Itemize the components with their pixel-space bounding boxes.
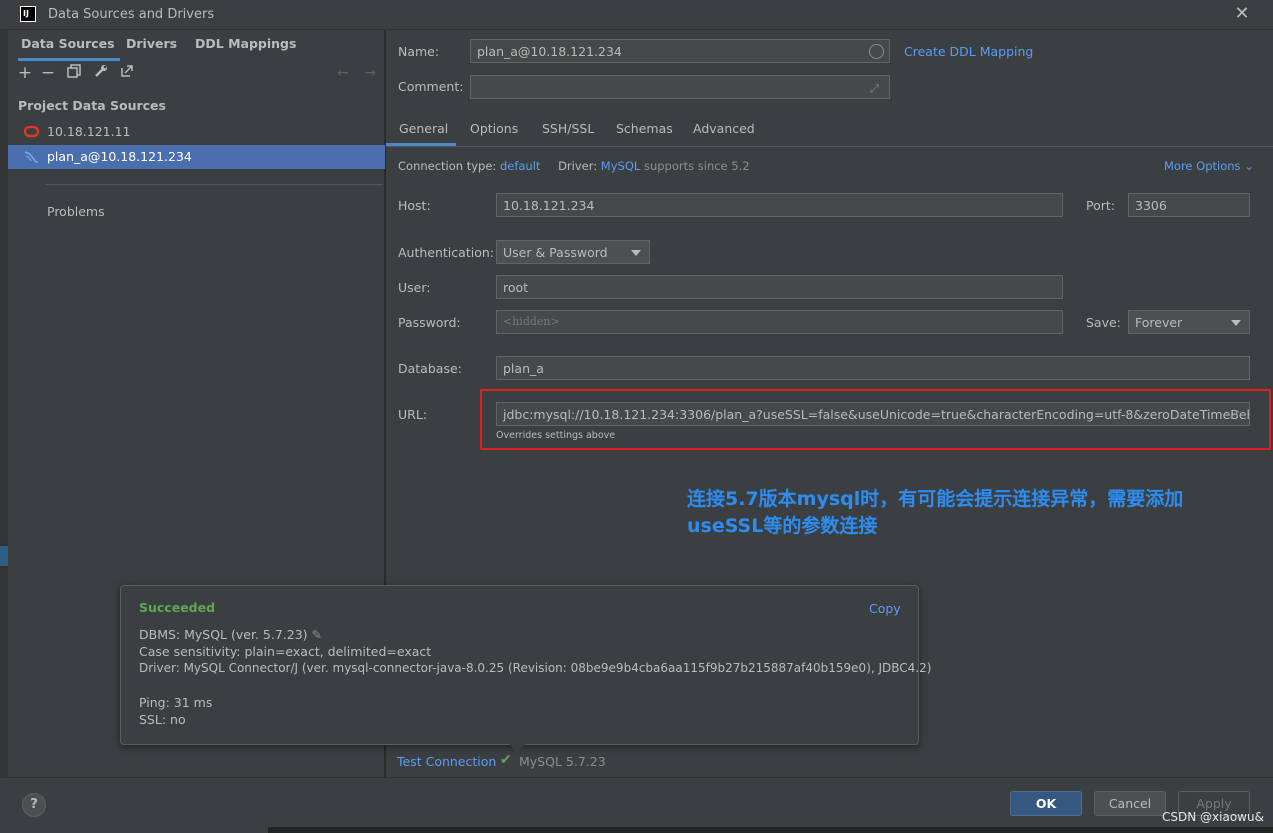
background-window-strip	[0, 30, 8, 833]
title-bar: IJ Data Sources and Drivers ✕	[0, 0, 1273, 30]
data-source-label: plan_a@10.18.121.234	[47, 149, 192, 164]
authentication-dropdown[interactable]: User & Password	[496, 240, 650, 264]
comment-field[interactable]	[470, 75, 890, 99]
password-field[interactable]: <hidden>	[496, 310, 1063, 334]
database-label: Database:	[398, 361, 462, 376]
comment-label: Comment:	[398, 79, 464, 94]
copy-link[interactable]: Copy	[869, 601, 901, 616]
more-options-link[interactable]: More Options ⌄	[1164, 159, 1254, 173]
annotation-line: 连接5.7版本mysql时，有可能会提示连接异常，需要添加	[687, 488, 1184, 510]
save-label: Save:	[1086, 315, 1121, 330]
watermark: CSDN @xiaowu&	[1162, 810, 1264, 824]
add-icon[interactable]: +	[16, 64, 34, 82]
data-source-item-selected[interactable]: plan_a@10.18.121.234	[8, 145, 385, 169]
data-source-label: 10.18.121.11	[47, 124, 131, 139]
url-highlight-box	[480, 389, 1271, 450]
host-label: Host:	[398, 198, 431, 213]
tab-ssh-ssl[interactable]: SSH/SSL	[542, 121, 594, 136]
database-field[interactable]: plan_a	[496, 356, 1250, 380]
driver-line: Driver: MySQL Connector/J (ver. mysql-co…	[139, 661, 932, 675]
tab-drivers[interactable]: Drivers	[126, 36, 177, 56]
color-circle-icon[interactable]	[869, 44, 884, 59]
oracle-icon	[23, 125, 40, 138]
host-field[interactable]: 10.18.121.234	[496, 193, 1063, 217]
bottom-strip	[268, 827, 1273, 833]
close-icon[interactable]: ✕	[1232, 2, 1252, 26]
problems-item[interactable]: Problems	[47, 204, 105, 219]
name-label: Name:	[398, 44, 440, 59]
user-label: User:	[398, 280, 431, 295]
case-sensitivity-line: Case sensitivity: plain=exact, delimited…	[139, 644, 432, 659]
background-marker	[0, 546, 8, 566]
divider	[46, 184, 383, 185]
ping-line: Ping: 31 ms	[139, 695, 213, 710]
port-label: Port:	[1086, 198, 1115, 213]
port-field[interactable]: 3306	[1128, 193, 1250, 217]
ok-button[interactable]: OK	[1010, 791, 1082, 816]
connection-type-label: Connection type:	[398, 159, 497, 173]
driver-label: Driver:	[558, 159, 598, 173]
password-label: Password:	[398, 315, 461, 330]
tab-ddl-mappings[interactable]: DDL Mappings	[195, 36, 296, 56]
test-connection-popup: Succeeded Copy DBMS: MySQL (ver. 5.7.23)…	[120, 585, 931, 745]
status-succeeded: Succeeded	[139, 600, 216, 615]
window-title: Data Sources and Drivers	[48, 7, 215, 22]
url-label: URL:	[398, 407, 428, 422]
save-dropdown[interactable]: Forever	[1128, 310, 1250, 334]
jump-to-icon[interactable]	[118, 64, 136, 82]
remove-icon[interactable]: −	[39, 64, 57, 82]
tab-data-sources[interactable]: Data Sources	[21, 36, 115, 56]
active-tab-indicator	[386, 143, 456, 146]
tab-options[interactable]: Options	[470, 121, 518, 136]
tab-general[interactable]: General	[399, 121, 448, 136]
driver-note: supports since 5.2	[643, 159, 750, 173]
tab-schemas[interactable]: Schemas	[616, 121, 673, 136]
tabs-divider	[386, 146, 1273, 147]
annotation-text: 连接5.7版本mysql时，有可能会提示连接异常，需要添加 useSSL等的参数…	[687, 486, 1247, 540]
app-logo-icon: IJ	[20, 6, 36, 22]
driver-link[interactable]: MySQL	[601, 159, 641, 173]
expand-icon[interactable]: ⤢	[870, 82, 879, 96]
help-icon[interactable]: ?	[22, 793, 46, 817]
create-ddl-mapping-link[interactable]: Create DDL Mapping	[904, 44, 1033, 59]
check-icon: ✔	[500, 752, 512, 768]
test-result-text: MySQL 5.7.23	[519, 754, 606, 769]
data-source-item[interactable]: 10.18.121.11	[8, 120, 385, 144]
forward-arrow-icon[interactable]: →	[361, 64, 379, 82]
test-connection-link[interactable]: Test Connection	[397, 754, 496, 769]
user-field[interactable]: root	[496, 275, 1063, 299]
section-title: Project Data Sources	[18, 98, 166, 113]
dialog-footer: ? OK Cancel Apply CSDN @xiaowu&	[0, 777, 1273, 833]
pencil-icon[interactable]: ✎	[312, 627, 322, 642]
cancel-button[interactable]: Cancel	[1094, 791, 1166, 816]
wrench-icon[interactable]	[92, 64, 110, 82]
connection-info-row: Connection type: default Driver: MySQL s…	[398, 159, 750, 173]
back-arrow-icon[interactable]: ←	[334, 64, 352, 82]
ssl-line: SSL: no	[139, 712, 186, 727]
tab-advanced[interactable]: Advanced	[693, 121, 755, 136]
connection-type-link[interactable]: default	[500, 159, 540, 173]
dbms-text: DBMS: MySQL (ver. 5.7.23)	[139, 627, 308, 642]
dbms-line: DBMS: MySQL (ver. 5.7.23) ✎	[139, 627, 322, 642]
mysql-icon	[24, 150, 39, 163]
active-tab-indicator	[18, 58, 120, 61]
annotation-line: useSSL等的参数连接	[687, 515, 878, 537]
authentication-label: Authentication:	[398, 245, 494, 260]
copy-icon[interactable]	[65, 64, 83, 82]
name-field[interactable]: plan_a@10.18.121.234	[470, 39, 890, 63]
